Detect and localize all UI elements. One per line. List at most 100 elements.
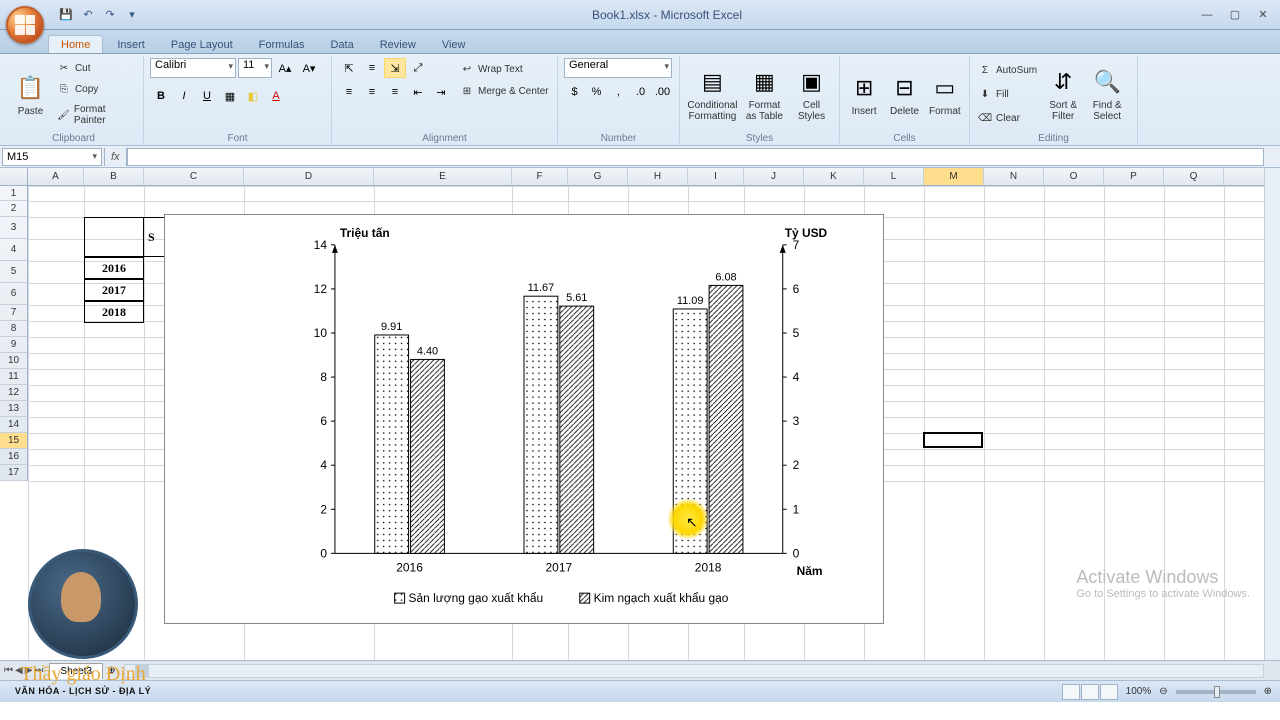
cut-button[interactable]: ✂Cut: [55, 61, 137, 77]
col-header-L[interactable]: L: [864, 168, 924, 185]
tab-insert[interactable]: Insert: [105, 36, 157, 53]
col-header-H[interactable]: H: [628, 168, 688, 185]
col-header-A[interactable]: A: [28, 168, 84, 185]
format-as-table-button[interactable]: ▦Format as Table: [743, 58, 786, 130]
office-button[interactable]: [6, 6, 44, 44]
row-header-14[interactable]: 14: [0, 417, 27, 433]
horizontal-scrollbar[interactable]: [124, 664, 1265, 678]
col-header-C[interactable]: C: [144, 168, 244, 185]
fill-button[interactable]: ⬇Fill: [976, 86, 1039, 102]
save-icon[interactable]: 💾: [58, 7, 74, 23]
comma-button[interactable]: ,: [608, 82, 629, 102]
underline-button[interactable]: U: [196, 86, 218, 106]
number-format-combo[interactable]: General: [564, 58, 672, 78]
indent-inc-button[interactable]: ⇥: [430, 82, 452, 102]
tab-view[interactable]: View: [430, 36, 478, 53]
autosum-button[interactable]: ΣAutoSum: [976, 62, 1039, 78]
tab-page-layout[interactable]: Page Layout: [159, 36, 245, 53]
col-header-N[interactable]: N: [984, 168, 1044, 185]
cell-b5[interactable]: 2017: [84, 279, 144, 301]
shrink-font-button[interactable]: A▾: [298, 58, 320, 78]
col-header-O[interactable]: O: [1044, 168, 1104, 185]
format-painter-button[interactable]: 🖌Format Painter: [55, 103, 137, 127]
tab-formulas[interactable]: Formulas: [247, 36, 317, 53]
cell-b6[interactable]: 2018: [84, 301, 144, 323]
maximize-button[interactable]: ▢: [1222, 6, 1248, 24]
copy-button[interactable]: ⎘Copy: [55, 82, 137, 98]
bold-button[interactable]: B: [150, 86, 172, 106]
cell-b3[interactable]: [84, 217, 144, 257]
select-all-corner[interactable]: [0, 168, 28, 185]
sort-filter-button[interactable]: ⇵Sort & Filter: [1043, 58, 1083, 130]
col-header-B[interactable]: B: [84, 168, 144, 185]
col-header-M[interactable]: M: [924, 168, 984, 185]
sheet-nav[interactable]: ⏮◀▶⏭: [0, 665, 47, 676]
col-header-E[interactable]: E: [374, 168, 512, 185]
align-top-button[interactable]: ⇱: [338, 58, 360, 78]
align-middle-button[interactable]: ≡: [361, 58, 383, 78]
tab-data[interactable]: Data: [318, 36, 365, 53]
row-header-7[interactable]: 7: [0, 305, 27, 321]
redo-icon[interactable]: ↷: [102, 7, 118, 23]
merge-center-button[interactable]: ⊞Merge & Center: [458, 83, 551, 99]
page-layout-view-button[interactable]: [1081, 684, 1099, 700]
col-header-F[interactable]: F: [512, 168, 568, 185]
row-header-10[interactable]: 10: [0, 353, 27, 369]
col-header-P[interactable]: P: [1104, 168, 1164, 185]
row-header-16[interactable]: 16: [0, 449, 27, 465]
row-header-11[interactable]: 11: [0, 369, 27, 385]
percent-button[interactable]: %: [586, 82, 607, 102]
indent-dec-button[interactable]: ⇤: [407, 82, 429, 102]
row-header-5[interactable]: 5: [0, 261, 27, 283]
embedded-chart[interactable]: 0246810121401234567Triệu tấnTỷ USDNăm9.9…: [164, 214, 884, 624]
col-header-Q[interactable]: Q: [1164, 168, 1224, 185]
align-left-button[interactable]: ≡: [338, 82, 360, 102]
dec-decimal-button[interactable]: .00: [652, 82, 673, 102]
close-button[interactable]: ✕: [1250, 6, 1276, 24]
align-right-button[interactable]: ≡: [384, 82, 406, 102]
undo-icon[interactable]: ↶: [80, 7, 96, 23]
font-name-combo[interactable]: Calibri: [150, 58, 236, 78]
row-header-6[interactable]: 6: [0, 283, 27, 305]
col-header-D[interactable]: D: [244, 168, 374, 185]
col-header-G[interactable]: G: [568, 168, 628, 185]
row-header-4[interactable]: 4: [0, 239, 27, 261]
conditional-formatting-button[interactable]: ▤Conditional Formatting: [686, 58, 739, 130]
minimize-button[interactable]: —: [1194, 6, 1220, 24]
insert-cells-button[interactable]: ⊞Insert: [846, 58, 882, 130]
delete-cells-button[interactable]: ⊟Delete: [886, 58, 922, 130]
row-header-2[interactable]: 2: [0, 201, 27, 217]
row-header-15[interactable]: 15: [0, 433, 27, 449]
paste-button[interactable]: 📋Paste: [10, 58, 51, 130]
row-header-9[interactable]: 9: [0, 337, 27, 353]
name-box[interactable]: M15▾: [2, 148, 102, 166]
align-bottom-button[interactable]: ⇲: [384, 58, 406, 78]
orientation-button[interactable]: ⤢: [407, 58, 429, 78]
zoom-in-button[interactable]: ⊕: [1264, 686, 1272, 697]
align-center-button[interactable]: ≡: [361, 82, 383, 102]
fx-icon[interactable]: fx: [104, 148, 127, 166]
zoom-slider[interactable]: [1176, 690, 1256, 694]
col-header-J[interactable]: J: [744, 168, 804, 185]
new-sheet-button[interactable]: ⊕: [107, 665, 115, 676]
active-cell[interactable]: [923, 432, 983, 448]
format-cells-button[interactable]: ▭Format: [927, 58, 963, 130]
row-header-13[interactable]: 13: [0, 401, 27, 417]
normal-view-button[interactable]: [1062, 684, 1080, 700]
grow-font-button[interactable]: A▴: [274, 58, 296, 78]
italic-button[interactable]: I: [173, 86, 195, 106]
qat-more-icon[interactable]: ▾: [124, 7, 140, 23]
row-header-12[interactable]: 12: [0, 385, 27, 401]
vertical-scrollbar[interactable]: [1264, 168, 1280, 660]
zoom-out-button[interactable]: ⊖: [1159, 686, 1167, 697]
border-button[interactable]: ▦: [219, 86, 241, 106]
tab-home[interactable]: Home: [48, 35, 103, 53]
row-header-8[interactable]: 8: [0, 321, 27, 337]
page-break-view-button[interactable]: [1100, 684, 1118, 700]
clear-button[interactable]: ⌫Clear: [976, 110, 1039, 126]
row-header-17[interactable]: 17: [0, 465, 27, 481]
font-size-combo[interactable]: 11: [238, 58, 272, 78]
formula-input[interactable]: [127, 148, 1264, 166]
col-header-K[interactable]: K: [804, 168, 864, 185]
font-color-button[interactable]: A: [265, 86, 287, 106]
